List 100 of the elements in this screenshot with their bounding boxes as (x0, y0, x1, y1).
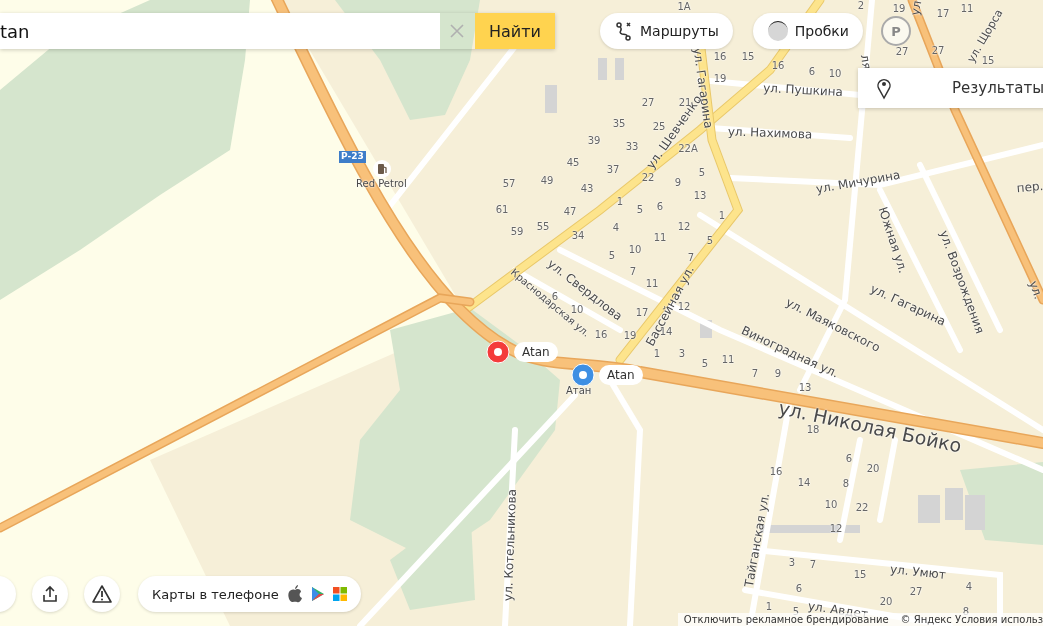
map-pin-icon[interactable] (486, 340, 510, 364)
house-number: 1 (765, 602, 773, 612)
place-label: Атан (566, 386, 592, 396)
street-label: ул. Пушкина (762, 81, 844, 99)
house-number: 15 (853, 570, 867, 580)
house-number: 14 (797, 478, 811, 488)
house-number: 11 (645, 279, 659, 289)
map-pin-icon[interactable] (571, 363, 595, 387)
street-label: ул. Нахимова (727, 125, 813, 141)
house-number: 19 (713, 74, 727, 84)
routes-button[interactable]: Маршруты (600, 13, 733, 49)
house-number: 47 (563, 207, 577, 217)
house-number: 16 (769, 467, 783, 477)
search-field[interactable]: tan (0, 13, 440, 49)
house-number: 19 (892, 4, 906, 14)
house-number: 20 (866, 464, 880, 474)
house-number: 12 (677, 222, 691, 232)
street-label: ул. Умют (889, 563, 947, 581)
house-number: 4 (965, 582, 973, 592)
house-number: 13 (798, 383, 812, 393)
house-number: 16 (594, 330, 608, 340)
house-number: 2 (857, 1, 865, 11)
route-icon (614, 21, 634, 41)
house-number: 5 (636, 205, 644, 215)
street-label: пер. (1016, 179, 1043, 195)
house-number: 6 (656, 202, 664, 212)
house-number: 7 (751, 369, 759, 379)
search-button[interactable]: Найти (475, 13, 555, 49)
house-number: 7 (687, 253, 695, 263)
house-number: 45 (566, 158, 580, 168)
house-number: 10 (828, 69, 842, 79)
house-number: 61 (495, 205, 509, 215)
house-number: 5 (608, 251, 616, 261)
house-number: 1 (718, 211, 726, 221)
windows-icon (332, 587, 347, 601)
street-label: ул. Котельникова (502, 488, 518, 602)
fuel-pump-icon (373, 160, 391, 178)
house-number: 13 (693, 191, 707, 201)
house-number: 17 (936, 9, 950, 19)
house-number: 43 (580, 184, 594, 194)
house-number: 59 (510, 227, 524, 237)
street-label: ул (908, 0, 924, 17)
house-number: 5 (706, 236, 714, 246)
apple-icon (286, 585, 303, 603)
play-store-icon (310, 586, 325, 602)
house-number: 8 (962, 607, 970, 617)
warning-icon (92, 585, 112, 603)
house-number: 22 (855, 503, 869, 513)
house-number: 16 (713, 52, 727, 62)
house-number: 10 (628, 245, 642, 255)
house-number: 5 (698, 168, 706, 178)
app-promo-button[interactable]: Карты в телефоне (138, 576, 361, 612)
highway-shield: Р-23 (339, 151, 366, 163)
pin-label[interactable]: Atan (514, 342, 558, 362)
house-number: 6 (795, 584, 803, 594)
house-number: 7 (809, 560, 817, 570)
house-number: 27 (641, 98, 655, 108)
street-label: ул. (1027, 279, 1043, 301)
traffic-button[interactable]: Пробки (752, 13, 863, 49)
house-number: 10 (824, 500, 838, 510)
copyright-text: © Яндекс Условия использ (900, 614, 1043, 626)
house-number: 16 (771, 61, 785, 71)
results-button[interactable]: Результаты (858, 68, 1043, 108)
house-number: 1 (616, 197, 624, 207)
house-number: 4 (612, 223, 620, 233)
house-number: 9 (774, 369, 782, 379)
share-icon (41, 585, 59, 603)
house-number: 11 (721, 355, 735, 365)
pin-icon (876, 76, 892, 100)
house-number: 35 (612, 119, 626, 129)
house-number: 27 (895, 47, 909, 57)
house-number: 5 (792, 607, 800, 617)
house-number: 57 (502, 179, 516, 189)
traffic-icon (766, 20, 789, 42)
house-number: 34 (571, 231, 585, 241)
house-number: 8 (842, 479, 850, 489)
street-label: Южная ул. (876, 205, 910, 275)
house-number: 15 (981, 56, 995, 66)
house-number: 5 (701, 359, 709, 369)
house-number: 3 (788, 558, 796, 568)
house-number: 9 (674, 178, 682, 188)
house-number: 6 (808, 67, 816, 77)
house-number: 3 (678, 349, 686, 359)
house-number: 27 (909, 587, 923, 597)
house-number: 20 (879, 597, 893, 607)
house-number: 1 (653, 349, 661, 359)
house-number: 6 (845, 454, 853, 464)
house-number: 11 (960, 4, 974, 14)
pin-label[interactable]: Atan (599, 365, 643, 385)
house-number: 12 (829, 524, 843, 534)
house-number: 1А (677, 2, 691, 12)
house-number: 33 (625, 142, 639, 152)
house-number: 11 (653, 233, 667, 243)
house-number: 49 (540, 176, 554, 186)
house-number: 7 (629, 267, 637, 277)
house-number: 55 (536, 222, 550, 232)
street-label: ул. Мичурина (814, 168, 902, 196)
house-number: 39 (587, 136, 601, 146)
house-number: 37 (606, 165, 620, 175)
house-number: 15 (741, 52, 755, 62)
